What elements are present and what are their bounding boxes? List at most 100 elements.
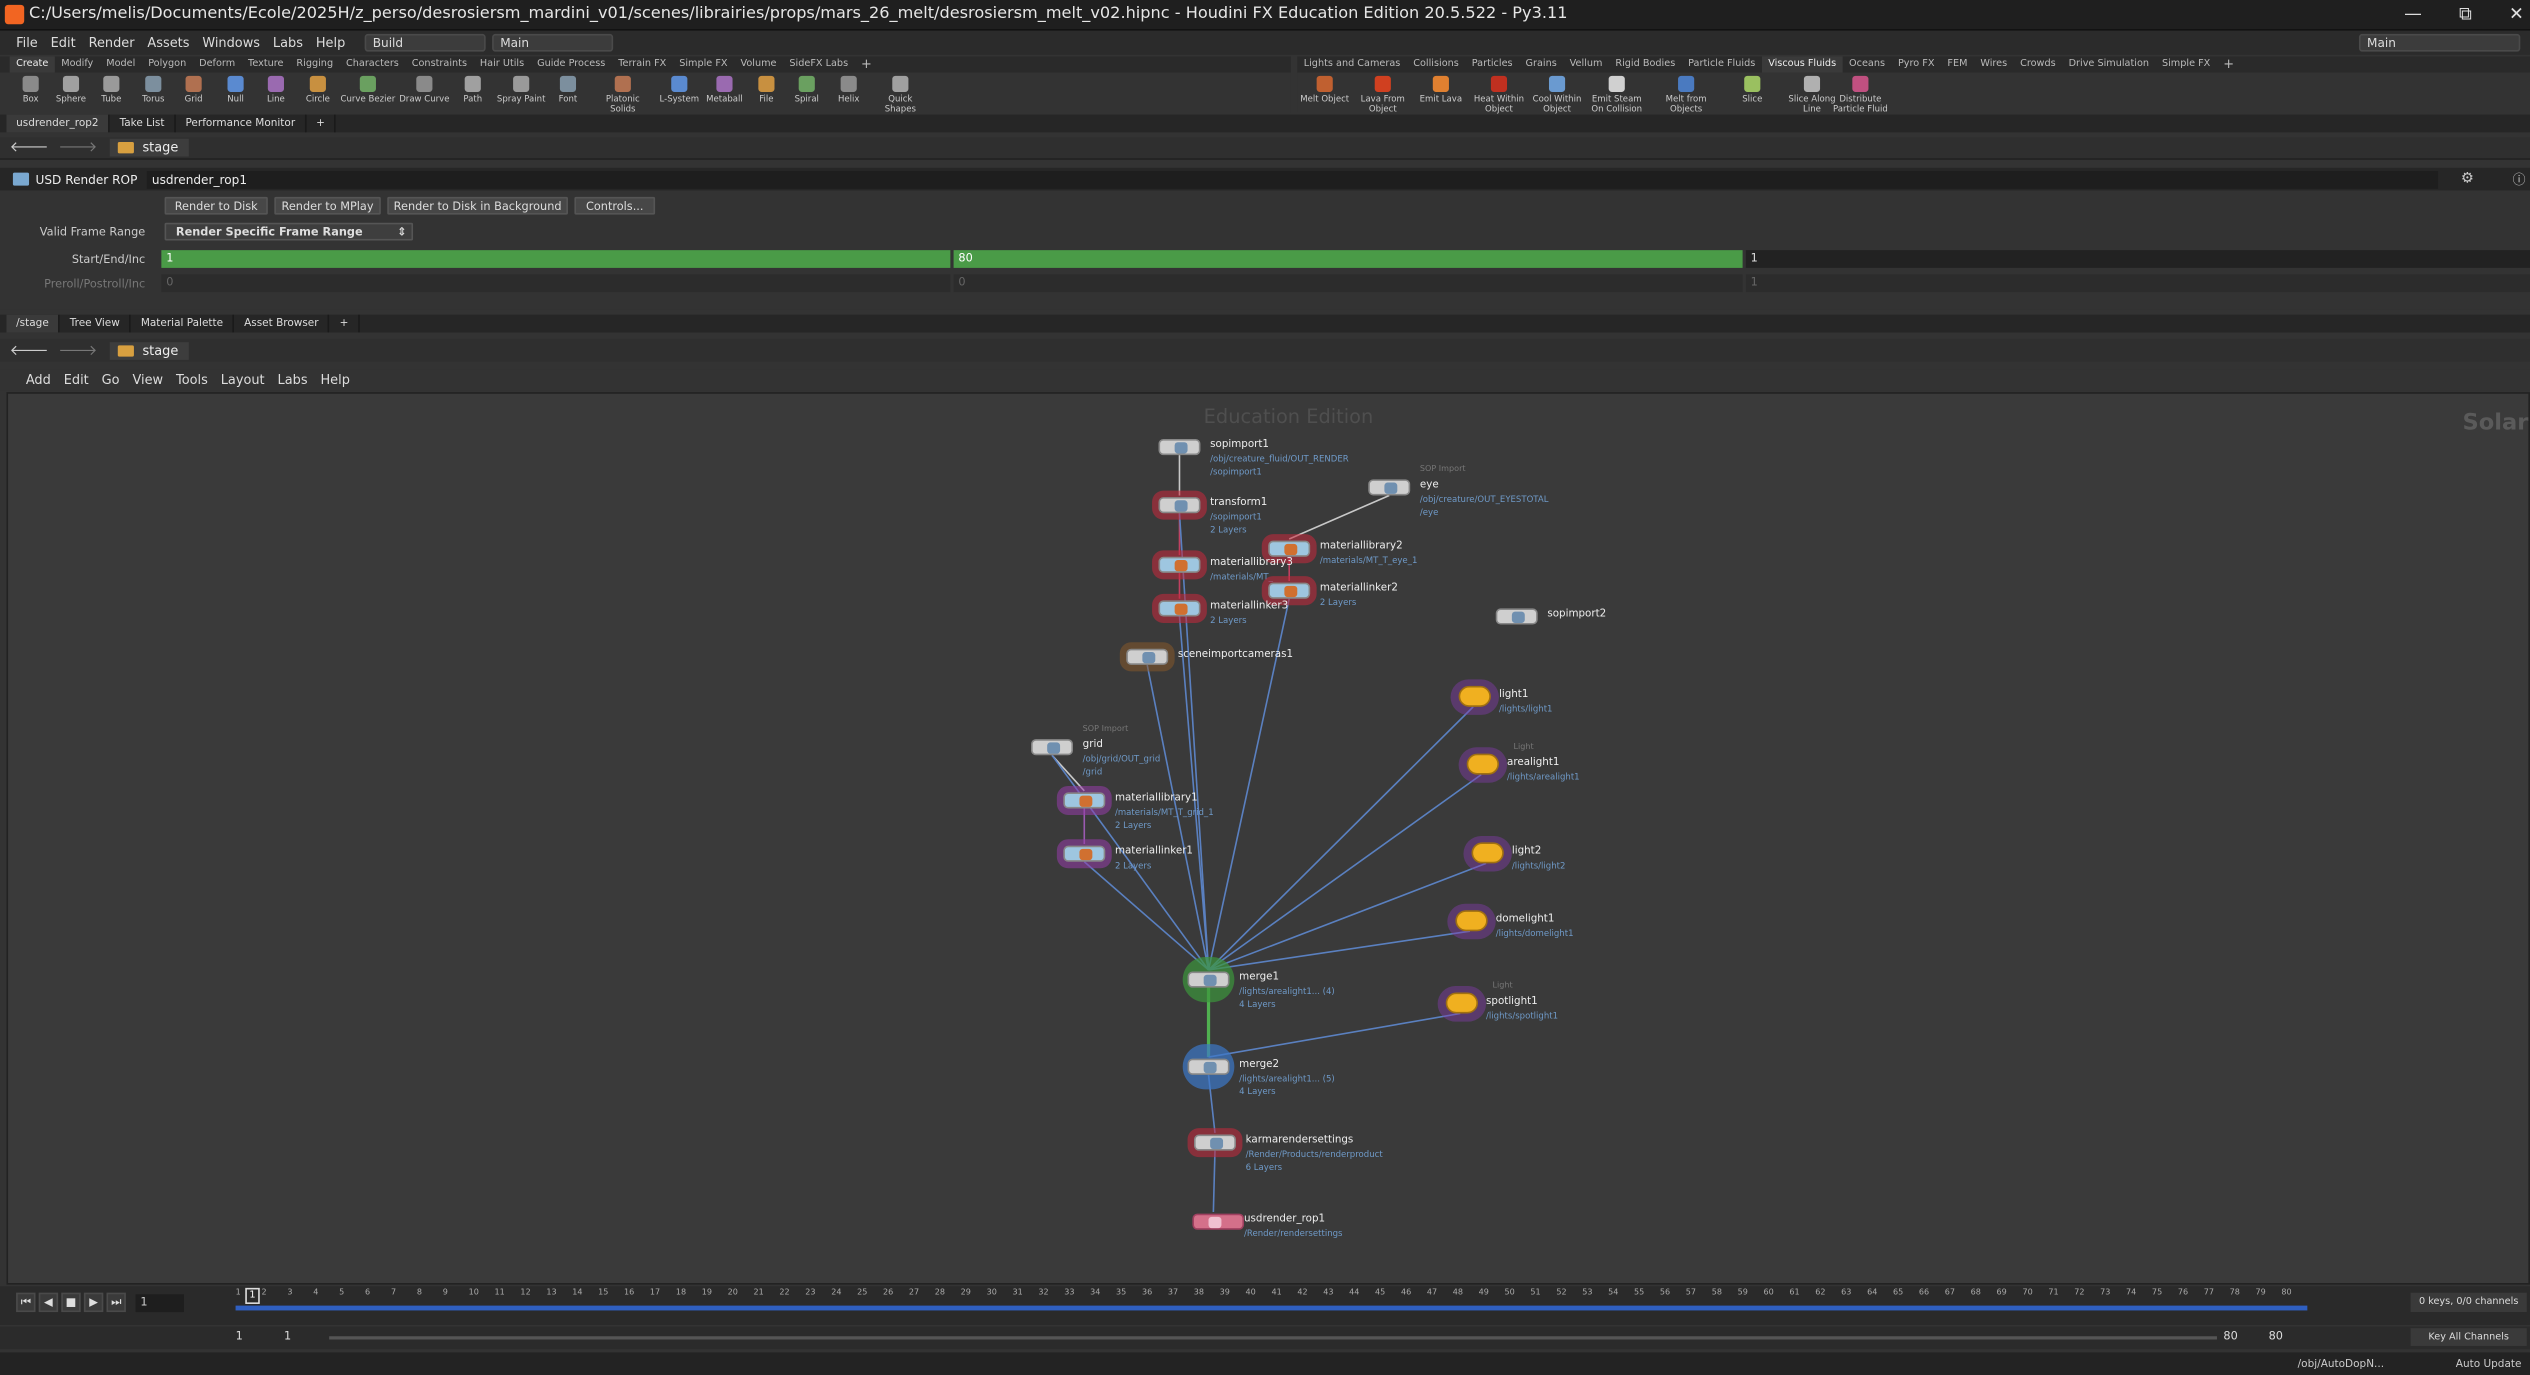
menu-windows[interactable]: Windows — [202, 36, 260, 51]
range-end-field[interactable]: 80 — [2223, 1330, 2237, 1343]
maximize-icon[interactable]: ⧉ — [2459, 3, 2472, 26]
shelf-tool-distribute-particle-fluid[interactable]: Distribute Particle Fluid — [1833, 75, 1888, 115]
shelf-tab[interactable]: Pyro FX — [1891, 56, 1940, 72]
render-to-mplay-button[interactable]: Render to MPlay — [274, 196, 381, 215]
stop-icon[interactable]: ■ — [61, 1292, 81, 1313]
node-karmarendersettings[interactable]: karmarendersettings/Render/Products/rend… — [1187, 1128, 1383, 1172]
shelf-tool-font[interactable]: Font — [541, 75, 596, 105]
menu-edit[interactable]: Edit — [51, 36, 76, 51]
jump-end-icon[interactable]: ⏭ — [106, 1292, 126, 1313]
shelf-tab-active[interactable]: Viscous Fluids — [1761, 56, 1843, 73]
shelf-tool-slice[interactable]: Slice — [1725, 75, 1780, 105]
shelf-tab[interactable]: Crowds — [2014, 56, 2062, 72]
node-materiallibrary3[interactable]: materiallibrary3/materials/MT_ — [1152, 550, 1293, 583]
shelf-tab[interactable]: Simple FX — [2156, 56, 2217, 72]
node-sceneimportcameras1[interactable]: sceneimportcameras1 — [1119, 642, 1293, 672]
shelf-tool-lava-from-object[interactable]: Lava From Object — [1355, 75, 1410, 115]
shelf-tab[interactable]: Grains — [1519, 56, 1563, 72]
shelf-tab[interactable]: FEM — [1941, 56, 1974, 72]
shelf-tab[interactable]: Simple FX — [673, 56, 734, 72]
shelf-tab[interactable]: Terrain FX — [612, 56, 673, 72]
net-menu-go[interactable]: Go — [102, 373, 120, 388]
net-menu-labs[interactable]: Labs — [278, 373, 308, 388]
node-materiallinker2[interactable]: materiallinker2 2 Layers — [1261, 576, 1398, 608]
shelf-tab[interactable]: Characters — [340, 56, 406, 72]
net-menu-add[interactable]: Add — [26, 373, 51, 388]
shelf-tab[interactable]: SideFX Labs — [783, 56, 855, 72]
shelf-tab[interactable]: Lights and Cameras — [1297, 56, 1407, 72]
add-shelf-tab-icon[interactable]: + — [2217, 56, 2241, 72]
shelf-tab[interactable]: Particle Fluids — [1682, 56, 1762, 72]
back-arrow-icon[interactable]: 🡐 — [10, 139, 49, 156]
minimize-icon[interactable]: — — [2404, 3, 2422, 24]
shelf-tool-melt-from-objects[interactable]: Melt from Objects — [1659, 75, 1714, 115]
node-arealight1[interactable]: Light arealight1/lights/arealight1 — [1458, 742, 1580, 783]
node-domelight1[interactable]: domelight1/lights/domelight1 — [1447, 903, 1574, 940]
shelf-tab[interactable]: Modify — [55, 56, 100, 72]
frame-field[interactable]: 1 — [135, 1293, 184, 1312]
end-frame-field[interactable]: 80 — [953, 250, 1743, 268]
shelf-tab[interactable]: Model — [100, 56, 142, 72]
menu-render[interactable]: Render — [89, 36, 135, 51]
render-to-disk-button[interactable]: Render to Disk — [164, 196, 268, 215]
preroll-field[interactable]: 0 — [161, 274, 951, 293]
node-materiallibrary1[interactable]: materiallibrary1/materials/MT_T_grid_1 2 … — [1056, 785, 1214, 830]
add-pane-tab-icon[interactable]: + — [330, 314, 360, 333]
render-background-button[interactable]: Render to Disk in Background — [387, 196, 568, 215]
net-menu-edit[interactable]: Edit — [64, 373, 89, 388]
jump-start-icon[interactable]: ⏮ — [16, 1292, 36, 1313]
shelf-tab[interactable]: Constraints — [405, 56, 473, 72]
node-light1[interactable]: light1/lights/light1 — [1450, 679, 1553, 715]
update-mode[interactable]: Auto Update — [2456, 1357, 2522, 1370]
node-merge1[interactable]: merge1/lights/arealight1... (4) 4 Layers — [1182, 957, 1335, 1009]
forward-arrow-icon[interactable]: 🡒 — [58, 341, 97, 359]
shelf-tool-platonic-solids[interactable]: Platonic Solids — [595, 75, 650, 115]
shelf-tool-emit-lava[interactable]: Emit Lava — [1413, 75, 1468, 105]
range-end2-field[interactable]: 80 — [2269, 1330, 2283, 1343]
play-icon[interactable]: ▶ — [83, 1292, 104, 1313]
shelf-tool-draw-curve[interactable]: Draw Curve — [397, 75, 452, 105]
back-arrow-icon[interactable]: 🡐 — [10, 341, 49, 359]
right-context-select[interactable]: Main — [2358, 33, 2521, 52]
valid-frame-range-select[interactable]: Render Specific Frame Range ⇕ — [164, 222, 414, 241]
preroll-inc-field[interactable]: 1 — [1745, 274, 2530, 293]
node-materiallinker3[interactable]: materiallinker3 2 Layers — [1152, 593, 1288, 626]
pane-tab-asset-browser[interactable]: Asset Browser — [234, 314, 330, 333]
shelf-tool-melt-object[interactable]: Melt Object — [1297, 75, 1352, 105]
step-back-icon[interactable]: ◀ — [38, 1292, 59, 1313]
shelf-tool-heat-within-object[interactable]: Heat Within Object — [1472, 75, 1527, 115]
shelf-tab[interactable]: Polygon — [142, 56, 193, 72]
status-path[interactable]: /obj/AutoDopN... — [2298, 1357, 2384, 1370]
shelf-tab[interactable]: Create — [9, 56, 55, 73]
menu-assets[interactable]: Assets — [147, 36, 189, 51]
pane-tab-network[interactable]: /stage — [6, 314, 61, 333]
menu-help[interactable]: Help — [316, 36, 345, 51]
shelf-tab[interactable]: Vellum — [1563, 56, 1609, 72]
shelf-tool-quick-shapes[interactable]: Quick Shapes — [873, 75, 928, 115]
help-icon[interactable]: ⓘ — [2513, 170, 2526, 188]
shelf-tool-circle[interactable]: Circle — [290, 75, 345, 105]
shelf-tool-path[interactable]: Path — [445, 75, 500, 105]
range-start-field[interactable]: 1 — [236, 1330, 243, 1343]
controls-button[interactable]: Controls... — [574, 196, 656, 215]
shelf-tool-slice-along-line[interactable]: Slice Along Line — [1785, 75, 1840, 115]
node-usdrender_rop1[interactable]: usdrender_rop1/Render/rendersettings — [1192, 1212, 1342, 1239]
pane-tab-material-palette[interactable]: Material Palette — [131, 314, 235, 333]
close-icon[interactable]: ✕ — [2509, 3, 2524, 24]
network-editor[interactable]: Education Edition Solar sopimport1/obj/c… — [6, 392, 2530, 1285]
postroll-field[interactable]: 0 — [953, 274, 1743, 293]
net-menu-layout[interactable]: Layout — [221, 373, 265, 388]
node-grid[interactable]: SOP Import grid/obj/grid/OUT_grid/grid — [1031, 725, 1160, 777]
inc-frame-field[interactable]: 1 — [1745, 250, 2530, 268]
node-sopimport2[interactable]: sopimport2 — [1495, 607, 1606, 625]
shelf-tab[interactable]: Deform — [193, 56, 242, 72]
shelf-tab[interactable]: Hair Utils — [473, 56, 530, 72]
pane-tab-treeview[interactable]: Tree View — [60, 314, 132, 333]
context-select[interactable]: Main — [492, 33, 614, 52]
start-frame-field[interactable]: 1 — [161, 250, 951, 268]
path-chip-stage[interactable]: stage — [110, 341, 188, 360]
node-spotlight1[interactable]: Light spotlight1/lights/spotlight1 — [1437, 981, 1558, 1022]
shelf-tool-curve-bezier[interactable]: Curve Bezier — [340, 75, 395, 105]
shelf-tab[interactable]: Rigid Bodies — [1609, 56, 1682, 72]
path-chip-stage[interactable]: stage — [110, 138, 188, 157]
